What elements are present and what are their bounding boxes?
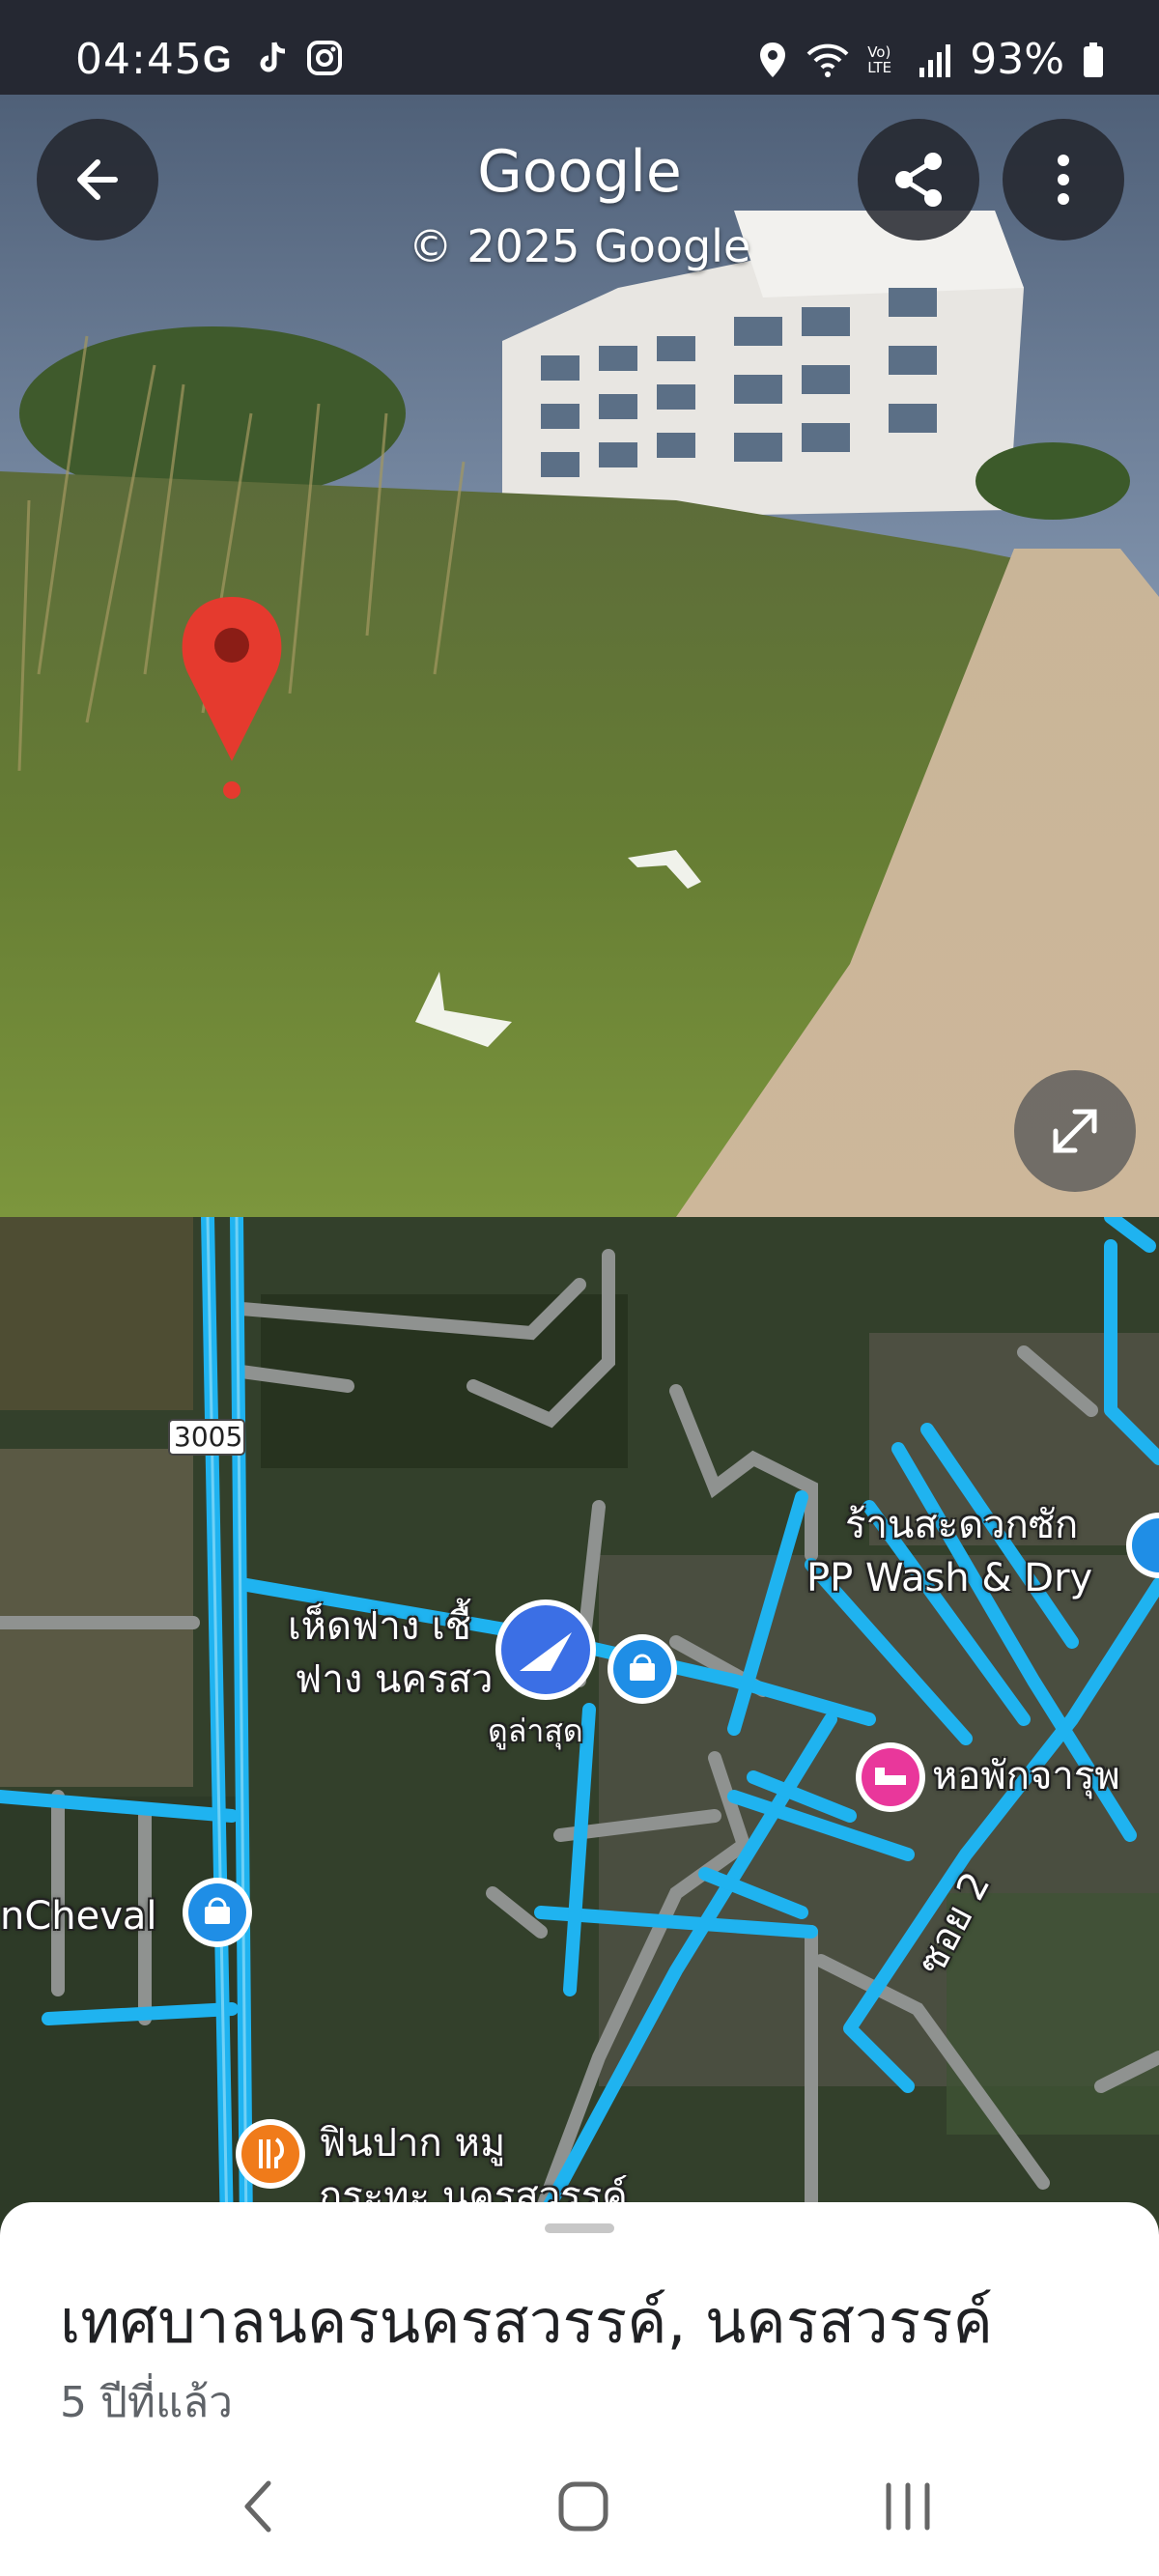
street-view-copyright: © 2025 Google — [408, 220, 751, 272]
place-name: เทศบาลนครนครสวรรค์, นครสวรรค์ — [60, 2286, 993, 2357]
system-nav-bar — [0, 2458, 1159, 2576]
capture-date: 5 ปีที่แล้ว — [60, 2378, 233, 2427]
map-label-latest[interactable]: ดูล่าสุด — [488, 1708, 583, 1754]
share-icon — [895, 153, 942, 207]
nav-recents-button[interactable] — [850, 2458, 966, 2555]
battery-percent: 93% — [970, 35, 1064, 84]
map-label-laundry-line1[interactable]: ร้านสะดวกซัก — [845, 1502, 1078, 1548]
expand-button[interactable] — [1014, 1070, 1136, 1192]
home-nav-icon — [558, 2481, 608, 2532]
instagram-icon — [307, 41, 342, 75]
location-icon — [760, 42, 786, 77]
sheet-drag-handle[interactable] — [545, 2223, 614, 2233]
shopping-pin-2 — [183, 1878, 252, 1947]
map-label-cheval[interactable]: nCheval — [0, 1893, 157, 1939]
status-bar: 04:45 G Vo) LTE 93% — [0, 0, 1159, 95]
restaurant-pin — [236, 2119, 305, 2189]
nav-back-button[interactable] — [201, 2458, 317, 2555]
street-view-panorama[interactable]: Google © 2025 Google — [0, 95, 1159, 1217]
hotel-pin — [856, 1742, 925, 1812]
share-button[interactable] — [858, 119, 979, 241]
signal-icon — [919, 43, 951, 77]
shopping-pin-1 — [608, 1634, 677, 1704]
volte-icon: Vo) LTE — [867, 42, 892, 76]
tiktok-icon — [260, 42, 286, 72]
current-location-arrow — [495, 1599, 596, 1700]
map-label-restaurant-line1[interactable]: ฟินปาก หมู — [319, 2120, 505, 2166]
more-icon — [1058, 155, 1069, 205]
recents-nav-icon — [886, 2482, 930, 2531]
street-view-title: Google — [477, 138, 682, 206]
map-label-mushroom-line2[interactable]: ฟาง นครสว — [295, 1656, 494, 1703]
google-icon: G — [203, 40, 232, 77]
map-label-laundry-line2[interactable]: PP Wash & Dry — [806, 1555, 1092, 1601]
nav-home-button[interactable] — [525, 2458, 641, 2555]
road-shield-label: 3005 — [174, 1421, 243, 1453]
wifi-icon — [806, 43, 849, 77]
map-label-dorm[interactable]: หอพักจารุพ — [932, 1753, 1120, 1799]
more-options-button[interactable] — [1003, 119, 1124, 241]
satellite-map[interactable]: 3005 ร้านสะดวกซัก PP Wash & Dry เห็ดฟาง … — [0, 1217, 1159, 2231]
back-nav-icon — [244, 2480, 271, 2533]
map-label-mushroom-line1[interactable]: เห็ดฟาง เชื้ — [288, 1603, 471, 1650]
status-time: 04:45 — [75, 35, 203, 84]
svg-text:G: G — [203, 40, 232, 77]
expand-icon — [1053, 1109, 1097, 1153]
battery-icon — [1084, 42, 1103, 77]
